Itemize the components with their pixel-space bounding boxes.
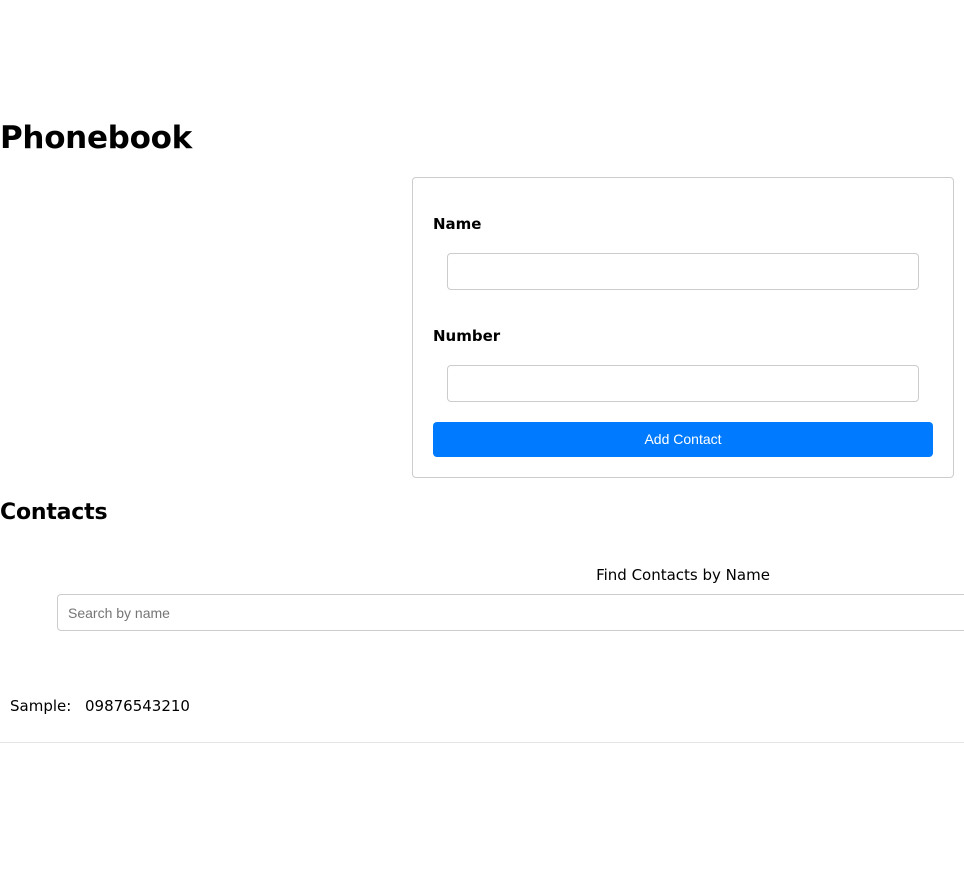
name-label: Name [433,215,482,233]
name-input[interactable] [447,253,919,290]
add-contact-form: Name Number Add Contact [412,177,954,478]
add-contact-button[interactable]: Add Contact [433,422,933,457]
page-title: Phonebook [0,120,192,156]
phonebook-page: Phonebook Name Number Add Contact Contac… [0,0,964,890]
contact-list-item: Sample: 09876543210 [0,690,964,743]
search-input[interactable] [57,594,964,631]
number-input[interactable] [447,365,919,402]
contact-name: Sample: [10,697,72,715]
number-label: Number [433,327,501,345]
filter-label: Find Contacts by Name [596,566,770,584]
contacts-heading: Contacts [0,500,108,525]
contact-number: 09876543210 [85,697,190,715]
